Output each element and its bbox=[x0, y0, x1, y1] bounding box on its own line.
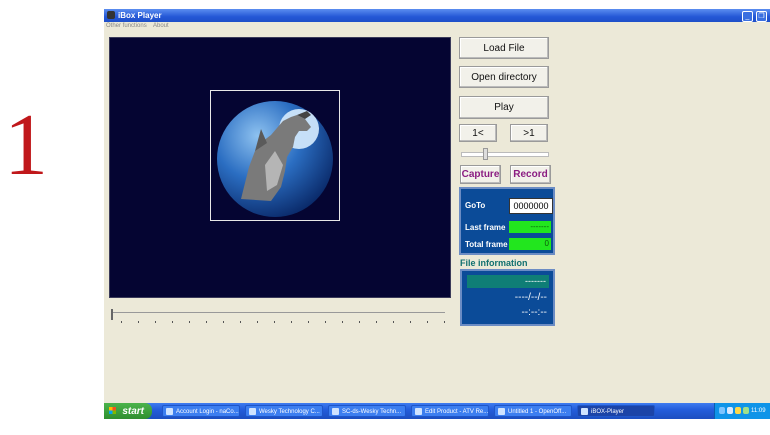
browser-icon bbox=[332, 408, 339, 415]
seek-tick bbox=[257, 321, 258, 323]
system-tray: 11:09 PM bbox=[714, 403, 770, 430]
play-button[interactable]: Play bbox=[459, 96, 549, 119]
seek-tick bbox=[376, 321, 377, 323]
prev-frame-button[interactable]: 1< bbox=[459, 124, 497, 142]
taskbar-item[interactable]: Untitled 1 - OpenOff... bbox=[494, 405, 572, 417]
load-file-button[interactable]: Load File bbox=[459, 37, 549, 59]
start-button[interactable]: start bbox=[104, 403, 152, 419]
taskbar-item[interactable]: SC-ds-Wesky Techn... bbox=[328, 405, 406, 417]
seek-tick bbox=[308, 321, 309, 323]
update-icon[interactable] bbox=[743, 407, 749, 414]
volume-icon[interactable] bbox=[727, 407, 733, 414]
menu-bar: Other functions About bbox=[104, 22, 770, 31]
seek-tick bbox=[172, 321, 173, 323]
seek-tick bbox=[393, 321, 394, 323]
taskbar-item[interactable]: Edit Product - ATV Re... bbox=[411, 405, 489, 417]
wolf-logo-image bbox=[210, 90, 340, 221]
file-time-value: --:--:-- bbox=[521, 307, 547, 318]
network-icon[interactable] bbox=[719, 407, 725, 414]
app-icon bbox=[107, 11, 115, 19]
last-frame-label: Last frame bbox=[465, 223, 506, 232]
seek-tick bbox=[206, 321, 207, 323]
seek-tick bbox=[155, 321, 156, 323]
seek-tick bbox=[138, 321, 139, 323]
goto-panel: GoTo 0000000 Last frame ------- Total fr… bbox=[459, 187, 555, 255]
minimize-icon[interactable]: _ bbox=[742, 11, 753, 22]
seek-tick bbox=[189, 321, 190, 323]
app-window: iBox Player _ ❐ Other functions About Lo… bbox=[104, 9, 770, 403]
seek-tick bbox=[410, 321, 411, 323]
seek-line bbox=[113, 312, 445, 313]
browser-icon bbox=[415, 408, 422, 415]
taskbar-item-label: Untitled 1 - OpenOff... bbox=[508, 409, 567, 415]
side-number-label: 1 bbox=[4, 97, 48, 194]
file-information-panel: ------- ----/--/-- --:--:-- bbox=[460, 269, 555, 326]
volume-slider[interactable] bbox=[461, 148, 549, 160]
record-button[interactable]: Record bbox=[510, 165, 551, 184]
file-date-value: ----/--/-- bbox=[514, 292, 547, 303]
taskbar-item-label: Account Login - naCo... bbox=[176, 409, 239, 415]
taskbar-item-label: SC-ds-Wesky Techn... bbox=[342, 409, 402, 415]
slider-track bbox=[461, 152, 549, 157]
browser-icon bbox=[249, 408, 256, 415]
seek-bar[interactable] bbox=[109, 309, 450, 329]
total-frame-value: 0 bbox=[509, 238, 551, 250]
restore-icon[interactable]: ❐ bbox=[756, 11, 767, 22]
last-frame-value: ------- bbox=[509, 221, 551, 233]
seek-tick bbox=[240, 321, 241, 323]
seek-tick bbox=[359, 321, 360, 323]
open-directory-button[interactable]: Open directory bbox=[459, 66, 549, 88]
title-bar[interactable]: iBox Player _ ❐ bbox=[104, 9, 770, 22]
clock: 11:09 PM bbox=[751, 408, 766, 430]
file-name-value: ------- bbox=[467, 275, 549, 288]
browser-icon bbox=[166, 408, 173, 415]
player-icon bbox=[581, 408, 588, 415]
capture-button[interactable]: Capture bbox=[460, 165, 501, 184]
taskbar-item-label: iBOX-Player bbox=[591, 409, 625, 415]
taskbar-item-active[interactable]: iBOX-Player bbox=[577, 405, 655, 417]
taskbar-item-label: Edit Product - ATV Re... bbox=[425, 409, 489, 415]
taskbar-item[interactable]: Account Login - naCo... bbox=[162, 405, 240, 417]
seek-tick bbox=[274, 321, 275, 323]
video-display[interactable] bbox=[109, 37, 451, 298]
next-frame-button[interactable]: >1 bbox=[510, 124, 548, 142]
seek-tick bbox=[121, 321, 122, 323]
seek-tick bbox=[427, 321, 428, 323]
seek-tick bbox=[325, 321, 326, 323]
menu-about[interactable]: About bbox=[153, 22, 169, 31]
menu-other-functions[interactable]: Other functions bbox=[106, 22, 147, 31]
windows-logo-icon bbox=[109, 407, 116, 414]
seek-thumb[interactable] bbox=[111, 309, 113, 320]
taskbar: start Account Login - naCo... Wesky Tech… bbox=[104, 403, 770, 430]
document-icon bbox=[498, 408, 505, 415]
start-label: start bbox=[122, 405, 144, 417]
seek-tick bbox=[444, 321, 445, 323]
seek-tick bbox=[223, 321, 224, 323]
taskbar-item-label: Wesky Technology C... bbox=[259, 409, 320, 415]
seek-tick bbox=[291, 321, 292, 323]
taskbar-item[interactable]: Wesky Technology C... bbox=[245, 405, 323, 417]
security-icon[interactable] bbox=[735, 407, 741, 414]
goto-input[interactable]: 0000000 bbox=[509, 198, 553, 214]
goto-label: GoTo bbox=[465, 201, 486, 210]
total-frame-label: Total frame bbox=[465, 240, 508, 249]
seek-tick bbox=[342, 321, 343, 323]
window-title: iBox Player bbox=[118, 11, 162, 20]
file-information-title: File information bbox=[460, 258, 528, 268]
slider-thumb[interactable] bbox=[483, 148, 488, 160]
